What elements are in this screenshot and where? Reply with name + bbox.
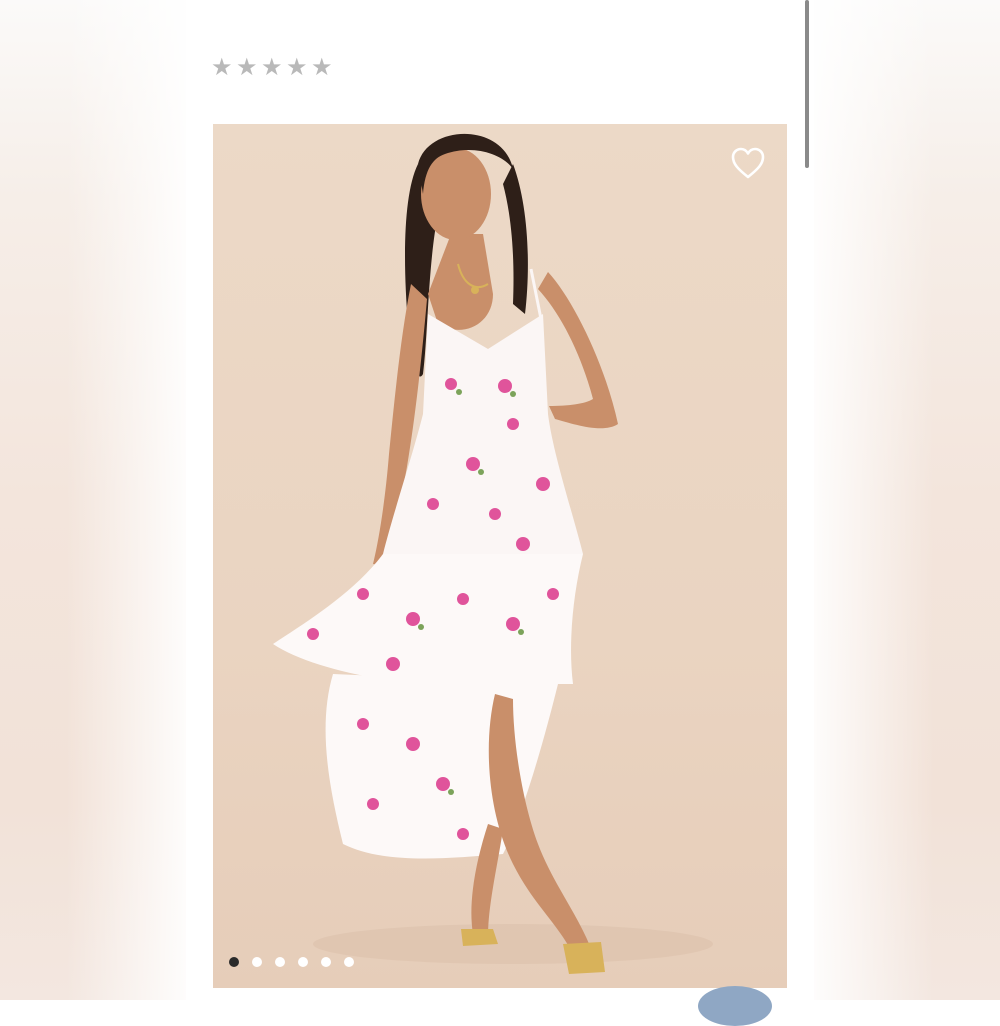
partial-badge: [698, 986, 772, 1026]
scrollbar[interactable]: [805, 0, 809, 168]
star-icon: ★: [261, 53, 283, 81]
star-icon: ★: [211, 53, 233, 81]
blurred-background-right: [814, 0, 1000, 1000]
carousel-dot[interactable]: [321, 957, 331, 967]
model-illustration: [273, 133, 713, 974]
carousel-dot[interactable]: [229, 957, 239, 967]
star-icon: ★: [286, 53, 308, 81]
carousel-dot[interactable]: [252, 957, 262, 967]
product-image[interactable]: [213, 124, 787, 988]
star-icon: ★: [236, 53, 258, 81]
favorite-heart-icon[interactable]: [730, 146, 766, 180]
carousel-dot[interactable]: [344, 957, 354, 967]
carousel-dot[interactable]: [275, 957, 285, 967]
blurred-background-left: [0, 0, 186, 1000]
star-icon: ★: [311, 53, 333, 81]
carousel-pagination: [229, 957, 354, 967]
star-rating: ★ ★ ★ ★ ★: [211, 53, 334, 81]
carousel-dot[interactable]: [298, 957, 308, 967]
